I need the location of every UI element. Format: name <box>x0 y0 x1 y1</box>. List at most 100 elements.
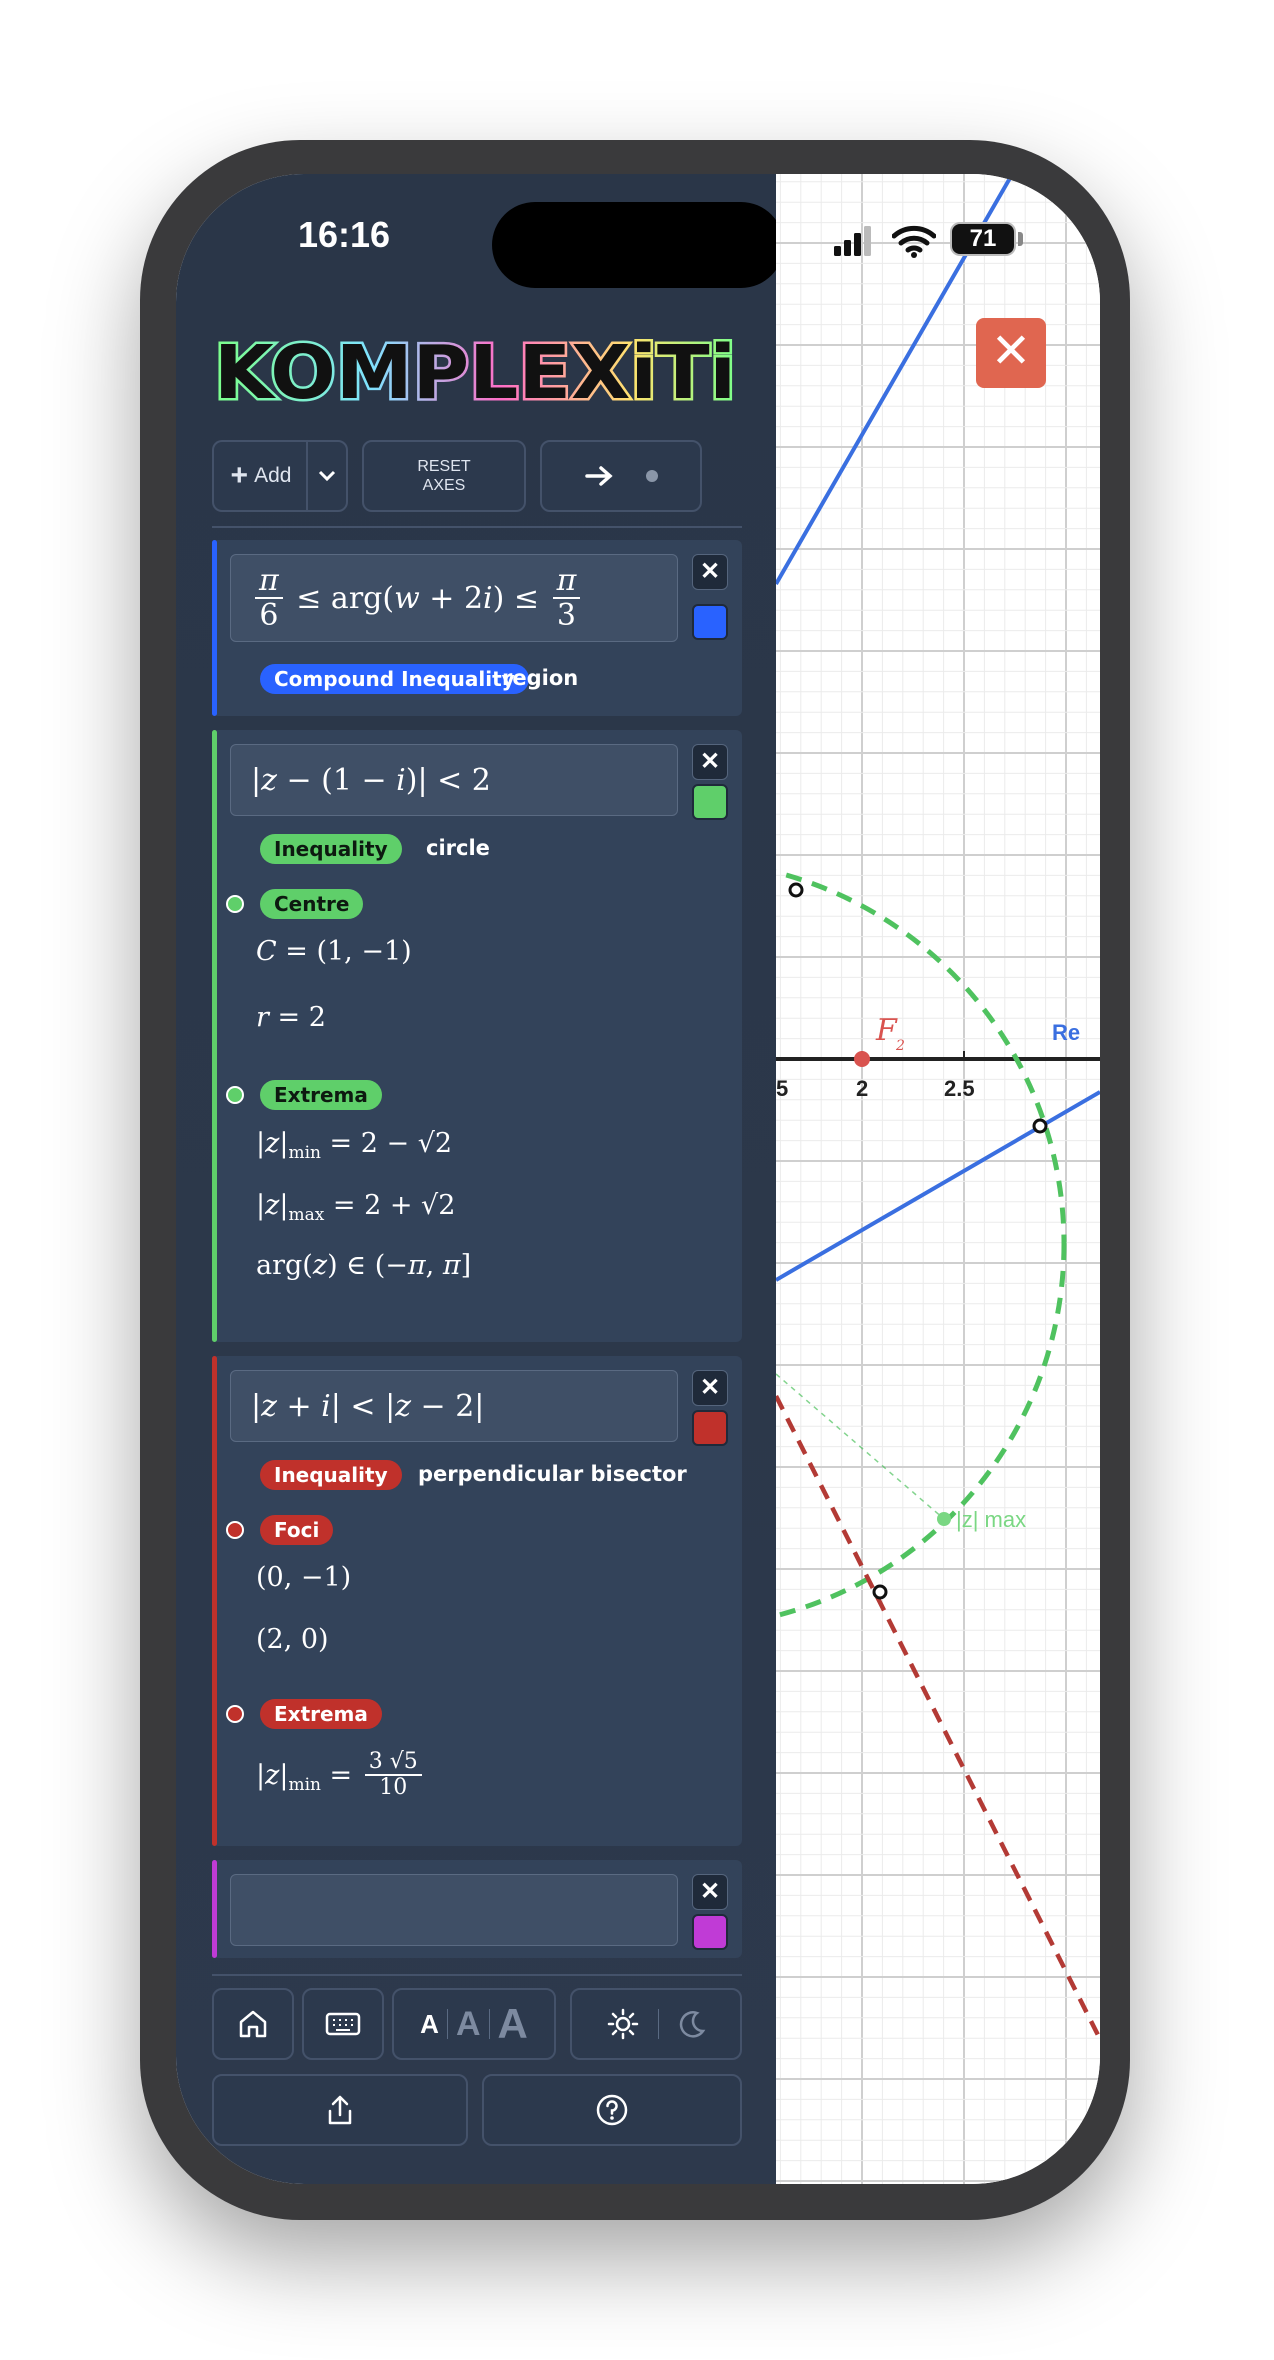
separator <box>657 2009 659 2039</box>
tick-label: 5 <box>776 1076 788 1101</box>
min-modulus: |z|min = 3 √5 10 <box>256 1749 426 1800</box>
delete-expression-button[interactable]: ✕ <box>692 554 728 590</box>
card-color-bar <box>212 540 217 716</box>
home-button[interactable] <box>212 1988 294 2060</box>
reset-axes-button[interactable]: RESET AXES <box>362 440 526 512</box>
expression-card-1: π6 ≤ arg(w + 2i) ≤ π3 ✕ Compound Inequal… <box>212 540 742 716</box>
add-button[interactable]: + Add <box>212 440 308 512</box>
font-size-group: A A A <box>392 1988 556 2060</box>
sidebar-panel: 16:16 KOMPLEXiTi + Add RESET AXES π 6 ≤ … <box>176 174 784 2184</box>
sun-icon[interactable] <box>606 2007 640 2041</box>
separator <box>446 2009 448 2039</box>
type-word: circle <box>426 836 490 860</box>
delete-expression-button[interactable]: ✕ <box>692 1874 728 1910</box>
help-icon <box>596 2094 628 2126</box>
arrow-right-icon <box>585 466 613 486</box>
delete-expression-button[interactable]: ✕ <box>692 1370 728 1406</box>
radius-value: r = 2 <box>256 1002 326 1033</box>
theme-toggle[interactable] <box>570 1988 742 2060</box>
battery-tip <box>1018 232 1023 246</box>
expression-input[interactable]: |z − (1 − i)| < 2 <box>230 744 678 816</box>
help-button[interactable] <box>482 2074 742 2146</box>
dynamic-island <box>492 202 784 288</box>
bottom-divider <box>212 1974 742 1976</box>
card-color-bar <box>212 1860 217 1958</box>
section-badge: Centre <box>260 889 364 919</box>
focus-label: F <box>875 1013 898 1048</box>
home-icon <box>239 2010 267 2038</box>
min-modulus: |z|min = 2 − √2 <box>256 1128 453 1163</box>
keyboard-icon <box>325 2012 361 2036</box>
intersection-point <box>788 882 804 898</box>
type-badge: Compound Inequality <box>260 664 529 694</box>
cellular-signal-icon <box>834 226 871 256</box>
section-badge: Extrema <box>260 1080 382 1110</box>
color-swatch[interactable] <box>692 604 728 640</box>
tick-label: 2 <box>856 1076 868 1101</box>
font-large-button[interactable]: A <box>498 2000 528 2048</box>
visibility-toggle[interactable] <box>226 895 244 913</box>
centre-value: C = (1, −1) <box>256 936 412 967</box>
keyboard-button[interactable] <box>302 1988 384 2060</box>
visibility-toggle[interactable] <box>226 1521 244 1539</box>
perpendicular-bisector <box>776 1394 1100 2041</box>
region-boundary-line <box>776 174 1015 585</box>
type-badge: Inequality <box>260 1460 402 1490</box>
section-badge: Foci <box>260 1515 334 1545</box>
focus-point <box>854 1051 870 1067</box>
grid <box>776 174 1100 2184</box>
intersection-point <box>1032 1118 1048 1134</box>
delete-expression-button[interactable]: ✕ <box>692 744 728 780</box>
battery-indicator: 71 <box>950 222 1016 256</box>
card-color-bar <box>212 1356 217 1846</box>
moon-icon[interactable] <box>677 2009 707 2039</box>
intersection-point <box>872 1584 888 1600</box>
plus-icon: + <box>230 459 249 492</box>
type-word: perpendicular bisector <box>418 1462 687 1486</box>
focus-subscript: 2 <box>895 1038 905 1054</box>
expression-input[interactable]: |z + i| < |z − 2| <box>230 1370 678 1442</box>
app-logo: KOMPLEXiTi <box>212 328 739 415</box>
add-menu-toggle[interactable] <box>306 440 348 512</box>
max-modulus-point <box>937 1512 951 1526</box>
share-icon <box>328 2095 352 2125</box>
chevron-down-icon <box>318 470 336 482</box>
color-swatch[interactable] <box>692 1410 728 1446</box>
max-modulus: |z|max = 2 + √2 <box>256 1190 456 1225</box>
visibility-toggle[interactable] <box>226 1705 244 1723</box>
status-time: 16:16 <box>298 214 391 255</box>
app-screen: 16:16 KOMPLEXiTi + Add RESET AXES π 6 ≤ … <box>176 174 1100 2184</box>
share-button[interactable] <box>212 2074 468 2146</box>
visibility-toggle[interactable] <box>226 1086 244 1104</box>
color-swatch[interactable] <box>692 784 728 820</box>
wifi-icon <box>892 225 936 258</box>
complex-plane-plot[interactable]: 5 2 2.5 Re |z| max F 2 ✕ <box>776 174 1100 2184</box>
real-axis-label: Re <box>1052 1020 1080 1045</box>
arg-range: arg(z) ∈ (−π, π] <box>256 1250 472 1281</box>
tick-label: 2.5 <box>944 1076 975 1101</box>
card-color-bar <box>212 730 217 1342</box>
reset-label-1: RESET <box>417 458 471 475</box>
expression-card-4: ✕ <box>212 1860 742 1958</box>
toolbar-divider <box>212 526 742 528</box>
section-badge: Extrema <box>260 1699 382 1729</box>
expression-card-3: |z + i| < |z − 2| ✕ Inequality perpendic… <box>212 1356 742 1846</box>
type-word: region <box>502 666 579 690</box>
close-icon[interactable]: ✕ <box>976 318 1046 388</box>
separator <box>488 2009 490 2039</box>
font-medium-button[interactable]: A <box>456 2005 481 2044</box>
focus-2: (2, 0) <box>256 1624 329 1655</box>
step-button[interactable] <box>540 440 702 512</box>
font-small-button[interactable]: A <box>420 2009 439 2040</box>
expression-card-2: |z − (1 − i)| < 2 ✕ Inequality circle Ce… <box>212 730 742 1342</box>
expression-input-empty[interactable] <box>230 1874 678 1946</box>
expression-input[interactable]: π6 ≤ arg(w + 2i) ≤ π3 <box>230 554 678 642</box>
status-dot-icon <box>646 470 658 482</box>
logo-text: KOMPLEXiTi <box>214 330 736 414</box>
reset-label-2: AXES <box>422 477 466 494</box>
plot-canvas[interactable]: 5 2 2.5 Re |z| max F 2 <box>776 174 1100 2184</box>
focus-1: (0, −1) <box>256 1562 352 1593</box>
color-swatch[interactable] <box>692 1914 728 1950</box>
max-modulus-label: |z| max <box>956 1507 1026 1532</box>
type-badge: Inequality <box>260 834 402 864</box>
